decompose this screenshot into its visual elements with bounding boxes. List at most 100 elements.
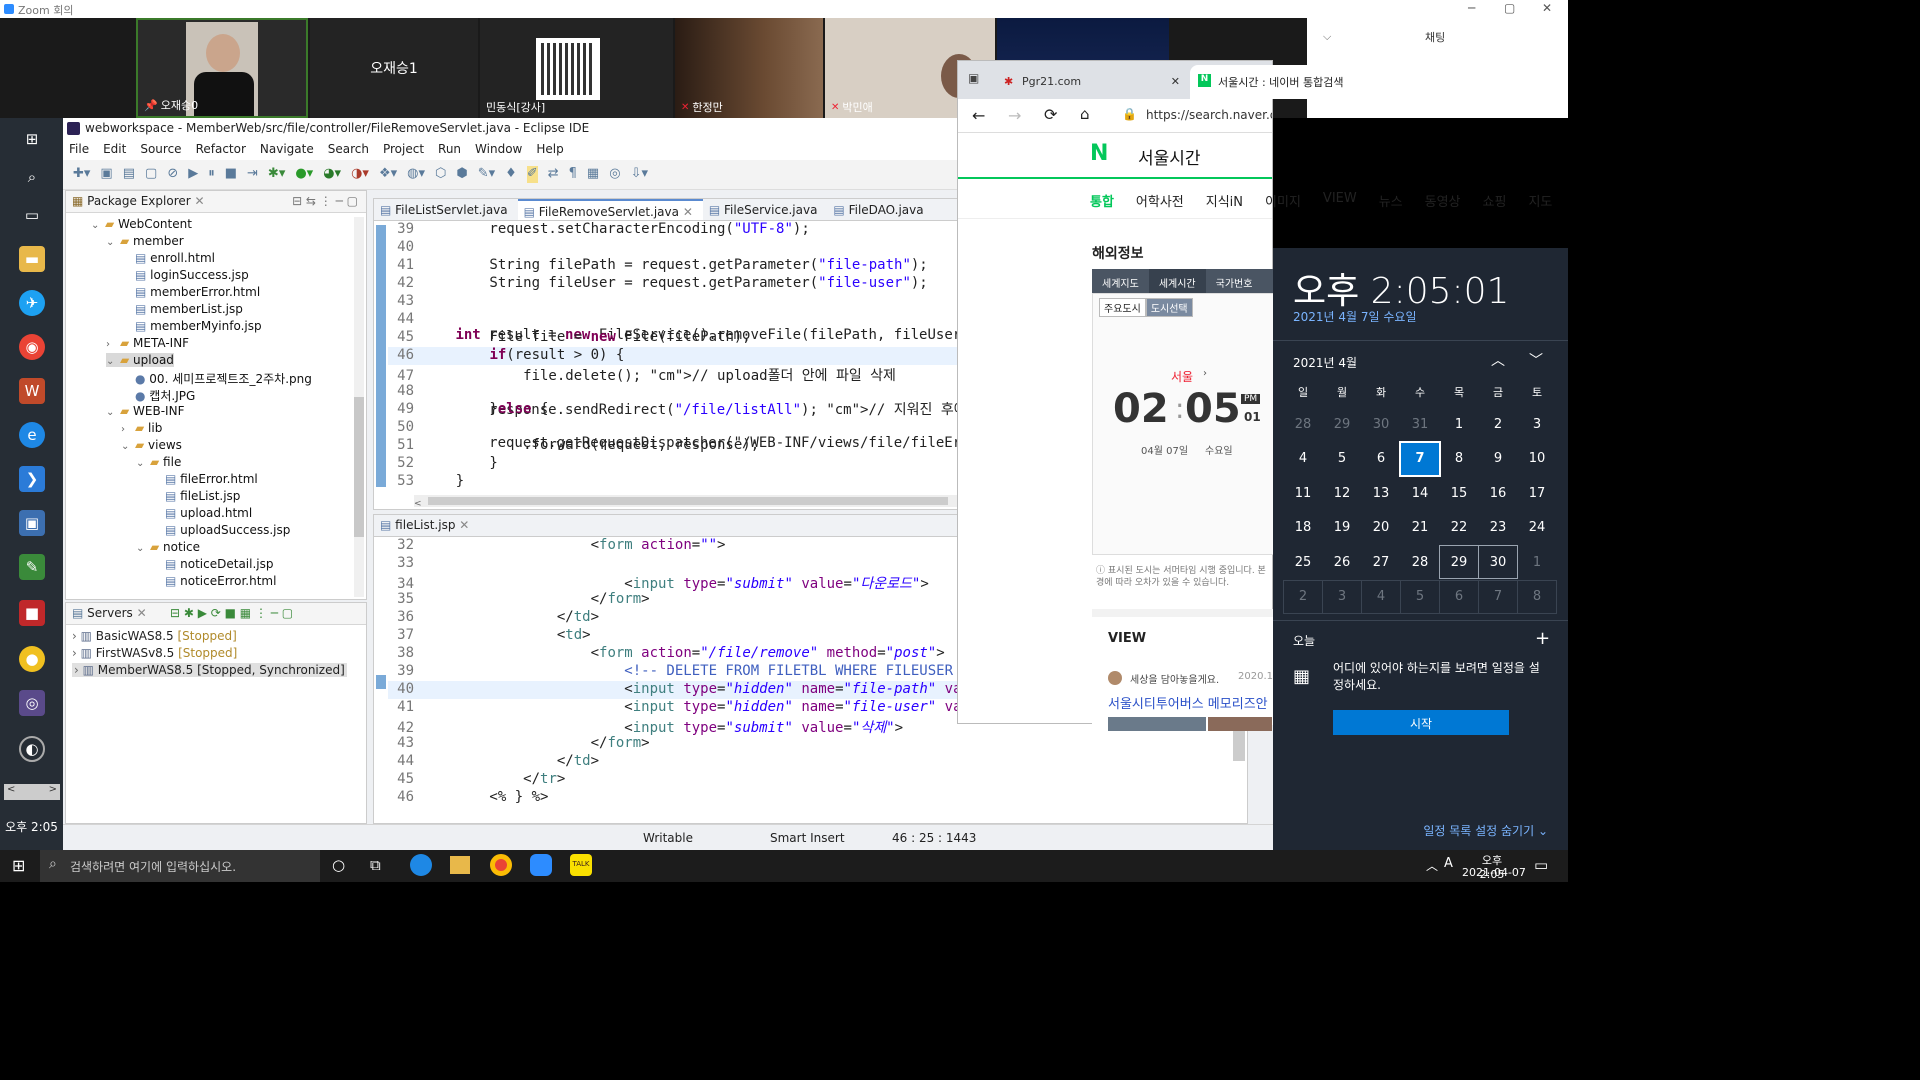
server-controls[interactable]: ⊟ ✱ ▶ ⟳ ■ ▦ ⋮ ─ ▢ bbox=[170, 606, 293, 620]
nav-item[interactable]: 지도 bbox=[1528, 191, 1552, 218]
participant-tile[interactable]: ✕ 한정만 bbox=[675, 18, 823, 118]
tree-item[interactable]: ▤ loginSuccess.jsp bbox=[121, 268, 249, 282]
calendar-day[interactable]: 27 bbox=[1362, 546, 1400, 578]
editor-tab[interactable]: ▤ FileService.java bbox=[703, 199, 828, 220]
minimize-button[interactable]: ─ bbox=[1468, 1, 1475, 15]
save-icon[interactable]: ▣ bbox=[100, 166, 112, 183]
windows-icon[interactable]: ⊞ bbox=[19, 126, 45, 152]
participant-tile[interactable]: 오재승1 bbox=[310, 18, 478, 118]
subtab-world-map[interactable]: 세계지도 bbox=[1092, 269, 1149, 293]
chrome-icon[interactable]: ◉ bbox=[19, 334, 45, 360]
taskbar-search[interactable]: ⌕ 검색하려면 여기에 입력하십시오. bbox=[40, 850, 320, 882]
chevron-down-icon[interactable]: ⌵ bbox=[1323, 30, 1331, 44]
edge-icon[interactable] bbox=[410, 854, 432, 876]
back-icon[interactable]: ← bbox=[972, 106, 985, 125]
nav-item[interactable]: 뉴스 bbox=[1379, 191, 1403, 218]
view-author[interactable]: 세상을 담아놓을게요. bbox=[1130, 671, 1219, 686]
tree-item[interactable]: ▤ fileList.jsp bbox=[151, 489, 240, 503]
calendar-day[interactable]: 12 bbox=[1323, 477, 1361, 509]
calendar-day[interactable]: 29 bbox=[1439, 545, 1479, 579]
panel-controls[interactable]: ⊟ ⇆ ⋮ ─ ▢ bbox=[292, 194, 358, 208]
browser-tab-active[interactable]: N 서울시간 : 네이버 통합검색 bbox=[1190, 65, 1386, 99]
new-package-icon[interactable]: ❖▾ bbox=[379, 166, 397, 183]
naver-logo-icon[interactable]: N bbox=[1090, 141, 1108, 166]
calendar-day[interactable]: 2 bbox=[1283, 579, 1323, 614]
globe-icon[interactable]: ◎ bbox=[609, 166, 620, 183]
tray-chevron-icon[interactable]: ︿ bbox=[1426, 857, 1438, 874]
coverage-icon[interactable]: ◕▾ bbox=[323, 166, 341, 183]
chevron-down-icon[interactable]: ⌄ bbox=[106, 237, 120, 248]
calendar-day[interactable]: 26 bbox=[1323, 546, 1361, 578]
calendar-day[interactable]: 13 bbox=[1362, 477, 1400, 509]
calendar-day[interactable]: 18 bbox=[1284, 512, 1322, 544]
add-event-icon[interactable]: + bbox=[1535, 628, 1550, 649]
calendar-day[interactable]: 17 bbox=[1518, 477, 1556, 509]
calendar-day[interactable]: 1 bbox=[1440, 408, 1478, 440]
new-icon[interactable]: ✚▾ bbox=[73, 166, 90, 183]
calendar-day[interactable]: 8 bbox=[1517, 579, 1557, 614]
calendar-day[interactable]: 29 bbox=[1323, 408, 1361, 440]
subtab-country-code[interactable]: 국가번호 bbox=[1206, 269, 1263, 293]
menu-window[interactable]: Window bbox=[475, 142, 522, 160]
major-cities-tab[interactable]: 주요도시 bbox=[1099, 298, 1146, 317]
nav-item[interactable]: 동영상 bbox=[1425, 191, 1461, 218]
menu-edit[interactable]: Edit bbox=[103, 142, 126, 160]
run-icon[interactable]: ●▾ bbox=[295, 166, 313, 183]
resume-icon[interactable]: ▶ bbox=[188, 166, 198, 183]
participant-tile[interactable]: 민동식[강사] bbox=[480, 18, 673, 118]
chevron-up-icon[interactable]: ︿ bbox=[1491, 350, 1505, 370]
block-selection-icon[interactable]: ▦ bbox=[587, 166, 599, 183]
thumbnail-image[interactable] bbox=[1208, 717, 1272, 731]
horizontal-scrollbar[interactable]: < bbox=[414, 495, 957, 509]
edge-icon[interactable]: e bbox=[19, 422, 45, 448]
calendar-day[interactable]: 4 bbox=[1284, 443, 1322, 475]
server-row[interactable]: › ▥ MemberWAS8.5 [Stopped, Synchronized] bbox=[72, 663, 347, 677]
start-button[interactable]: 시작 bbox=[1333, 710, 1509, 735]
tab-actions-icon[interactable]: ▣ bbox=[968, 71, 979, 85]
calendar-day[interactable]: 10 bbox=[1518, 443, 1556, 475]
tree-item[interactable]: › ▰ META-INF bbox=[106, 336, 189, 350]
calendar-day[interactable]: 8 bbox=[1440, 443, 1478, 475]
calendar-day[interactable]: 23 bbox=[1479, 512, 1517, 544]
notepad-icon[interactable]: ✎ bbox=[19, 554, 45, 580]
ime-lang[interactable]: A bbox=[1444, 856, 1453, 871]
calendar-day[interactable]: 24 bbox=[1518, 512, 1556, 544]
nav-item[interactable]: VIEW bbox=[1323, 191, 1357, 218]
taskbar-date[interactable]: 2021-04-07 bbox=[1462, 866, 1526, 879]
menu-navigate[interactable]: Navigate bbox=[260, 142, 314, 160]
chevron-down-icon[interactable]: ⌄ bbox=[136, 543, 150, 554]
stop-icon[interactable]: ■ bbox=[225, 166, 237, 183]
winrar-icon[interactable]: W bbox=[19, 378, 45, 404]
chevron-right-icon[interactable]: › bbox=[121, 424, 135, 435]
debug-icon[interactable]: ✱▾ bbox=[268, 166, 285, 183]
tree-item[interactable]: ⌄ ▰ views bbox=[121, 438, 182, 452]
calendar-day[interactable]: 6 bbox=[1439, 579, 1479, 614]
menu-source[interactable]: Source bbox=[140, 142, 181, 160]
file-explorer-icon[interactable]: ▬ bbox=[19, 246, 45, 272]
save-all-icon[interactable]: ▤ bbox=[123, 166, 135, 183]
tree-item[interactable]: ⌄ ▰ file bbox=[136, 455, 181, 469]
calendar-day[interactable]: 31 bbox=[1401, 408, 1439, 440]
open-type-icon[interactable]: ⬡ bbox=[435, 166, 446, 183]
tree-item[interactable]: ⌄ ▰ WEB-INF bbox=[106, 404, 184, 418]
chevron-right-icon[interactable]: › bbox=[1203, 368, 1207, 379]
nav-item[interactable]: 쇼핑 bbox=[1483, 191, 1507, 218]
close-icon[interactable]: ✕ bbox=[459, 518, 469, 532]
calendar-day[interactable]: 22 bbox=[1440, 512, 1478, 544]
kakaotalk-icon[interactable]: TALK bbox=[570, 854, 592, 876]
new-class-icon[interactable]: ◍▾ bbox=[407, 166, 425, 183]
calendar-day[interactable]: 2 bbox=[1479, 408, 1517, 440]
calendar-day[interactable]: 15 bbox=[1440, 477, 1478, 509]
chevron-down-icon[interactable]: ⌄ bbox=[121, 441, 135, 452]
disconnect-icon[interactable]: ⇥ bbox=[247, 166, 258, 183]
pin-editor-icon[interactable]: ⇩▾ bbox=[631, 166, 648, 183]
forward-icon[interactable]: → bbox=[1008, 106, 1021, 125]
calendar-day[interactable]: 1 bbox=[1518, 546, 1556, 578]
tree-item[interactable]: ▤ memberError.html bbox=[121, 285, 260, 299]
city-select-tab[interactable]: 도시선택 bbox=[1145, 298, 1193, 317]
record-app-icon[interactable]: ■ bbox=[19, 600, 45, 626]
calendar-day[interactable]: 19 bbox=[1323, 512, 1361, 544]
tree-item[interactable]: ▤ enroll.html bbox=[121, 251, 215, 265]
city-name[interactable]: 서울 bbox=[1171, 368, 1193, 385]
show-whitespace-icon[interactable]: ¶ bbox=[569, 166, 577, 183]
